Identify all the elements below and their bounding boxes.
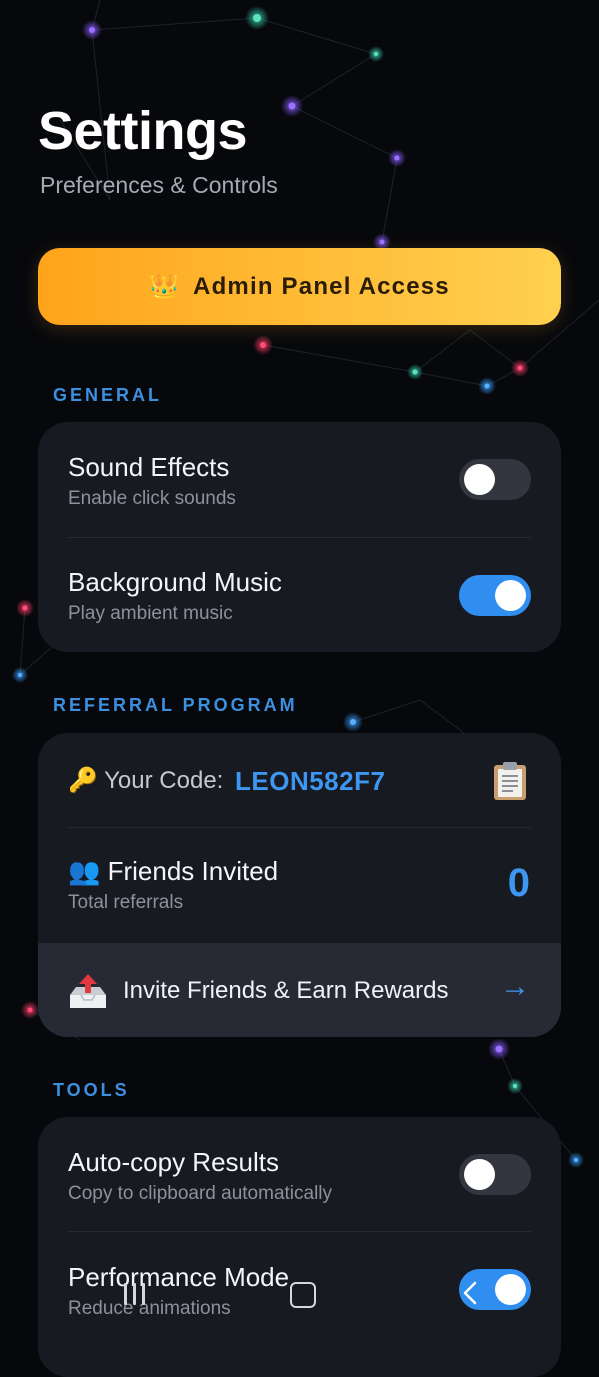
settings-screen: Settings Preferences & Controls 👑 Admin … <box>0 0 599 1377</box>
toggle-knob <box>495 580 526 611</box>
tools-card: Auto-copy Results Copy to clipboard auto… <box>38 1117 561 1377</box>
referral-code-row: 🔑 Your Code: LEON582F7 <box>38 733 561 827</box>
section-title-general: GENERAL <box>53 385 163 405</box>
background-music-subtitle: Play ambient music <box>68 603 233 624</box>
referral-code-value[interactable]: LEON582F7 <box>235 766 385 797</box>
admin-panel-label: Admin Panel Access <box>193 272 450 300</box>
auto-copy-subtitle: Copy to clipboard automatically <box>68 1183 333 1204</box>
friends-invited-subtitle: Total referrals <box>68 892 184 913</box>
auto-copy-toggle[interactable] <box>459 1154 531 1195</box>
friends-invited-row: 👥 Friends Invited Total referrals 0 <box>38 828 561 943</box>
home-icon[interactable] <box>290 1282 316 1308</box>
page-title: Settings <box>38 101 248 161</box>
performance-mode-subtitle: Reduce animations <box>68 1298 231 1319</box>
section-title-referral: REFERRAL PROGRAM <box>53 695 298 715</box>
general-card: Sound Effects Enable click sounds Backgr… <box>38 422 561 652</box>
sound-effects-subtitle: Enable click sounds <box>68 488 236 509</box>
clipboard-icon[interactable] <box>493 761 527 801</box>
referral-code-label: 🔑 Your Code: <box>68 767 224 794</box>
sound-effects-row[interactable]: Sound Effects Enable click sounds <box>38 422 561 537</box>
back-chevron-icon[interactable] <box>462 1281 478 1305</box>
friends-invited-title: 👥 Friends Invited <box>68 856 279 886</box>
auto-copy-title: Auto-copy Results <box>68 1147 279 1177</box>
outbox-tray-icon <box>70 974 106 1008</box>
page-subtitle: Preferences & Controls <box>40 172 278 198</box>
key-icon: 🔑 <box>68 767 98 794</box>
toggle-knob <box>464 1159 495 1190</box>
crown-icon: 👑 <box>149 273 180 300</box>
background-music-title: Background Music <box>68 567 282 597</box>
background-music-row[interactable]: Background Music Play ambient music <box>38 538 561 652</box>
background-music-toggle[interactable] <box>459 575 531 616</box>
people-icon: 👥 <box>68 856 101 886</box>
sound-effects-title: Sound Effects <box>68 452 230 482</box>
referral-card: 🔑 Your Code: LEON582F7 👥 Friends Invited… <box>38 733 561 1037</box>
recents-icon[interactable] <box>122 1283 148 1305</box>
section-title-tools: TOOLS <box>53 1080 130 1100</box>
friends-invited-count: 0 <box>507 861 530 905</box>
admin-panel-button[interactable]: 👑 Admin Panel Access <box>38 248 561 325</box>
sound-effects-toggle[interactable] <box>459 459 531 500</box>
invite-friends-button[interactable]: Invite Friends & Earn Rewards → <box>38 943 561 1037</box>
toggle-knob <box>464 464 495 495</box>
auto-copy-row[interactable]: Auto-copy Results Copy to clipboard auto… <box>38 1117 561 1231</box>
invite-friends-label: Invite Friends & Earn Rewards <box>123 977 449 1004</box>
arrow-right-icon: → <box>500 970 530 1003</box>
toggle-knob <box>495 1274 526 1305</box>
performance-mode-title: Performance Mode <box>68 1262 290 1292</box>
